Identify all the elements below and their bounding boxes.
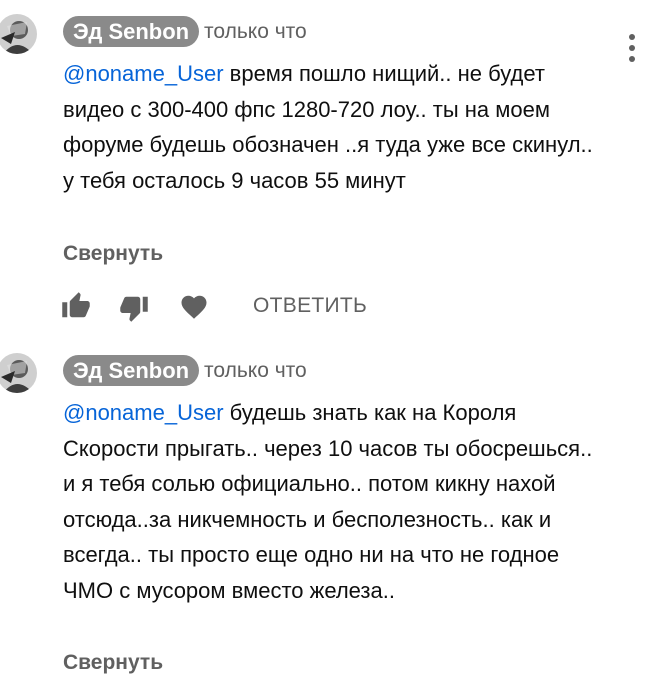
mention-link[interactable]: @noname_User <box>63 61 224 86</box>
more-vertical-icon[interactable] <box>622 31 642 65</box>
thumbs-down-icon[interactable] <box>119 293 149 323</box>
comment-item: Эд Senbon только что @noname_User будешь… <box>0 340 664 685</box>
collapse-button[interactable]: Свернуть <box>63 649 163 677</box>
reply-button[interactable]: ОТВЕТИТЬ <box>253 292 367 320</box>
comment-timestamp: только что <box>204 20 307 43</box>
thumbs-up-icon[interactable] <box>61 291 91 321</box>
comment-body: будешь знать как на Короля Скорости прыг… <box>63 400 593 603</box>
avatar[interactable] <box>0 14 37 54</box>
comment-text: @noname_User будешь знать как на Короля … <box>63 395 608 608</box>
collapse-button[interactable]: Свернуть <box>63 240 163 268</box>
mention-link[interactable]: @noname_User <box>63 400 224 425</box>
comment-text: @noname_User время пошло нищий.. не буде… <box>63 56 608 198</box>
heart-icon[interactable] <box>179 292 209 322</box>
avatar[interactable] <box>0 353 37 393</box>
author-name-badge[interactable]: Эд Senbon <box>63 355 200 386</box>
comment-timestamp: только что <box>204 359 307 382</box>
author-name-badge[interactable]: Эд Senbon <box>63 16 200 47</box>
comment-item: Эд Senbon только что @noname_User время … <box>0 0 664 340</box>
